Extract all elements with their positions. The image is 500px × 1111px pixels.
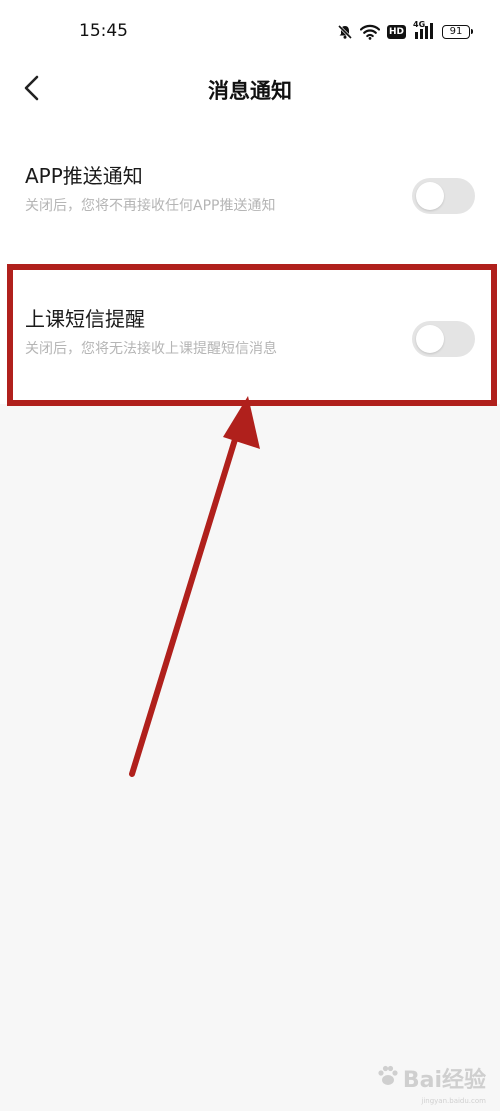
page-title: 消息通知	[208, 79, 292, 103]
watermark-brand: Bai经验	[402, 1068, 486, 1093]
wifi-icon	[359, 24, 380, 40]
mute-bell-icon	[337, 24, 353, 40]
toggle-knob	[416, 325, 444, 353]
toggle-knob	[416, 182, 444, 210]
setting-app-push: APP推送通知 关闭后，您将不再接收任何APP推送通知	[0, 118, 500, 261]
setting-class-sms-reminder: 上课短信提醒 关闭后，您将无法接收上课提醒短信消息	[0, 261, 500, 404]
status-icons: HD 4G 91	[337, 20, 473, 42]
battery-icon: 91	[442, 25, 473, 39]
class-sms-toggle[interactable]	[412, 321, 475, 357]
watermark: Bai经验 jingyan.baidu.com	[375, 1063, 486, 1105]
setting-title: APP推送通知	[25, 164, 143, 188]
setting-title: 上课短信提醒	[25, 307, 145, 331]
battery-level: 91	[449, 26, 463, 37]
paw-logo-icon	[375, 1063, 401, 1093]
status-time: 15:45	[79, 21, 128, 41]
setting-description: 关闭后，您将不再接收任何APP推送通知	[25, 198, 276, 214]
setting-description: 关闭后，您将无法接收上课提醒短信消息	[25, 341, 277, 357]
status-bar: 15:45 HD 4G 91	[0, 0, 500, 62]
app-push-toggle[interactable]	[412, 178, 475, 214]
signal-icon: 4G	[413, 20, 435, 41]
nav-bar: 消息通知	[0, 62, 500, 118]
watermark-url: jingyan.baidu.com	[421, 1097, 486, 1105]
hd-badge: HD	[386, 25, 406, 39]
settings-list: APP推送通知 关闭后，您将不再接收任何APP推送通知 上课短信提醒 关闭后，您…	[0, 118, 500, 404]
